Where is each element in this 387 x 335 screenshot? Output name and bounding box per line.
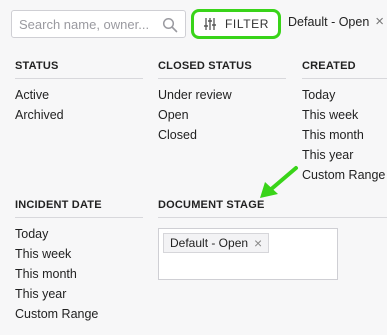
incident-date-option-this-month[interactable]: This month <box>15 266 143 286</box>
document-stage-chip-label: Default - Open <box>170 236 249 250</box>
created-column: CREATED Today This week This month This … <box>302 60 387 187</box>
filter-button-label: FILTER <box>224 17 270 31</box>
closed-status-option-closed[interactable]: Closed <box>158 127 286 147</box>
incident-date-option-custom-range[interactable]: Custom Range <box>15 306 143 326</box>
sliders-icon <box>203 18 216 30</box>
document-stage-chip: Default - Open × <box>163 233 270 253</box>
close-icon[interactable]: × <box>375 14 384 29</box>
close-icon[interactable]: × <box>254 235 262 251</box>
created-option-custom-range[interactable]: Custom Range <box>302 167 387 187</box>
created-heading: CREATED <box>302 60 387 79</box>
closed-status-option-open[interactable]: Open <box>158 107 286 127</box>
incident-date-column: INCIDENT DATE Today This week This month… <box>15 199 143 326</box>
closed-status-heading: CLOSED STATUS <box>158 60 286 79</box>
document-stage-select[interactable]: Default - Open × <box>158 228 338 280</box>
incident-date-heading: INCIDENT DATE <box>15 199 143 218</box>
annotation-arrow-icon <box>260 166 298 198</box>
status-option-archived[interactable]: Archived <box>15 107 143 127</box>
active-filter-chip: Default - Open × <box>288 14 384 29</box>
filter-button[interactable]: FILTER <box>191 9 281 39</box>
incident-date-option-this-year[interactable]: This year <box>15 286 143 306</box>
search-box[interactable] <box>11 10 186 38</box>
created-option-this-year[interactable]: This year <box>302 147 387 167</box>
closed-status-column: CLOSED STATUS Under review Open Closed <box>158 60 286 147</box>
created-option-this-month[interactable]: This month <box>302 127 387 147</box>
document-stage-column: DOCUMENT STAGE <box>158 199 387 226</box>
closed-status-option-under-review[interactable]: Under review <box>158 87 286 107</box>
search-input[interactable] <box>19 17 159 32</box>
incident-date-option-this-week[interactable]: This week <box>15 246 143 266</box>
status-option-active[interactable]: Active <box>15 87 143 107</box>
active-filter-label: Default - Open <box>288 15 370 29</box>
incident-date-option-today[interactable]: Today <box>15 226 143 246</box>
status-column: STATUS Active Archived <box>15 60 143 127</box>
search-icon <box>162 17 178 33</box>
created-option-this-week[interactable]: This week <box>302 107 387 127</box>
status-heading: STATUS <box>15 60 143 79</box>
created-option-today[interactable]: Today <box>302 87 387 107</box>
